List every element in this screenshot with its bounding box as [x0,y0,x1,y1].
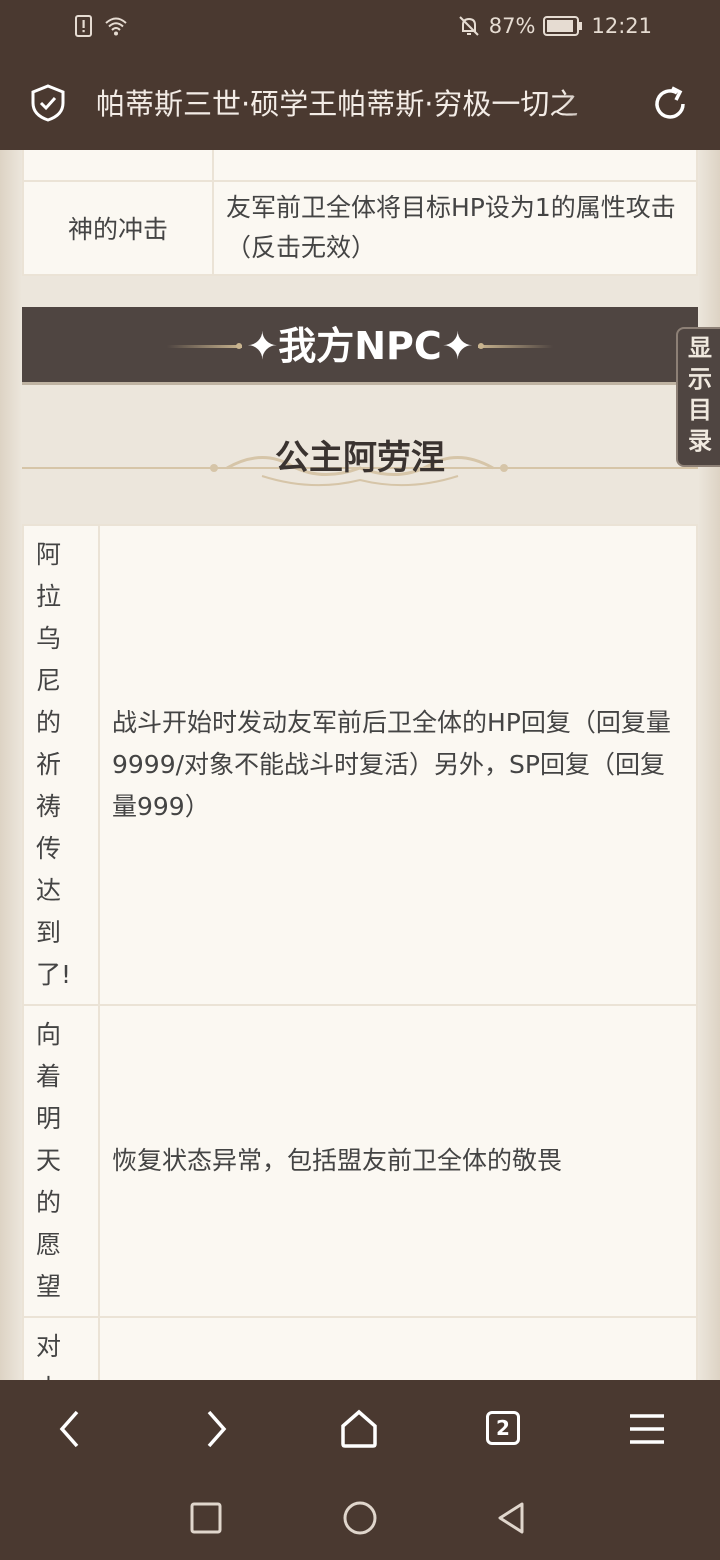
table-row: 力量 [22,150,698,182]
reload-icon[interactable] [650,84,690,124]
skill-desc [212,150,698,182]
section-title: ✦我方NPC✦ [246,324,474,368]
toc-char: 目 [688,396,712,424]
skill-name-char: 祈 [36,750,62,779]
skill-name-char: 乌 [36,624,62,653]
browser-toolbar: 帕蒂斯三世·硕学王帕蒂斯·穷极一切之 [0,56,720,150]
table-row: 对 未 [22,1316,698,1380]
table-row: 神的冲击 友军前卫全体将目标HP设为1的属性攻击（反击无效） [22,180,698,276]
page-content[interactable]: 力量 神的冲击 友军前卫全体将目标HP设为1的属性攻击（反击无效） ✦我方NPC… [0,150,720,1380]
home-circle-icon[interactable] [340,1498,380,1538]
skill-name: 向 着 明 天 的 愿 望 [22,1004,100,1318]
sim-alert-icon [75,15,92,37]
boss-skills-table: 力量 神的冲击 友军前卫全体将目标HP设为1的属性攻击（反击无效） [22,150,698,276]
skill-name-char: 向 [36,1020,62,1049]
browser-bottom-nav [0,1380,720,1476]
skill-desc [98,1316,698,1380]
wifi-icon [105,17,127,36]
battery-percent: 87% [488,14,536,38]
home-icon[interactable] [334,1404,384,1454]
section-header: ✦我方NPC✦ [22,307,698,385]
skill-name-char: 了! [36,960,72,989]
clock: 12:21 [591,14,652,38]
skill-name-char: 的 [36,708,62,737]
skill-name-char: 到 [36,918,62,947]
table-row: 向 着 明 天 的 愿 望 恢复状态异常，包括盟友前卫全体的敬畏 [22,1004,698,1318]
menu-icon[interactable] [622,1404,672,1454]
skill-name-char: 明 [36,1104,62,1133]
toc-char: 显 [688,334,712,362]
skill-name-char: 未 [36,1368,86,1380]
skill-desc: 战斗开始时发动友军前后卫全体的HP回复（回复量9999/对象不能战斗时复活）另外… [98,524,698,1006]
skill-name-char: 传 [36,834,62,863]
back-icon[interactable] [46,1404,96,1454]
skill-name: 神的冲击 [22,180,214,276]
skill-name: 对 未 [22,1316,100,1380]
skill-name-char: 着 [36,1062,62,1091]
toc-char: 录 [688,427,712,455]
system-nav-bar [0,1476,720,1560]
status-bar: 87% 12:21 [0,0,720,56]
page-title[interactable]: 帕蒂斯三世·硕学王帕蒂斯·穷极一切之 [96,82,626,126]
forward-icon[interactable] [190,1404,240,1454]
npc-name: 公主阿劳涅 [275,438,445,478]
notifications-off-icon [459,16,479,36]
skill-name-char: 愿 [36,1230,62,1259]
back-triangle-icon[interactable] [492,1498,532,1538]
skill-name: 阿 拉 乌 尼 的 祈 祷 传 达 到 了! [22,524,100,1006]
skill-name-char: 对 [36,1332,62,1361]
security-shield-icon[interactable] [30,84,66,122]
recents-icon[interactable] [186,1498,226,1538]
skill-name-char: 尼 [36,666,62,695]
tabs-button[interactable]: 2 [486,1411,520,1445]
skill-desc: 友军前卫全体将目标HP设为1的属性攻击（反击无效） [212,180,698,276]
toc-char: 示 [688,365,712,393]
show-toc-button[interactable]: 显 示 目 录 [676,327,720,467]
npc-skills-table: 阿 拉 乌 尼 的 祈 祷 传 达 到 了! 战斗开始时发动友军前后卫全体的HP… [22,524,698,1380]
skill-name-char: 天 [36,1146,62,1175]
skill-name-char: 望 [36,1272,62,1301]
skill-name-char: 阿 [36,540,62,569]
skill-name-char: 拉 [36,582,62,611]
skill-name-char: 祷 [36,792,62,821]
skill-name-char: 达 [36,876,62,905]
table-row: 阿 拉 乌 尼 的 祈 祷 传 达 到 了! 战斗开始时发动友军前后卫全体的HP… [22,524,698,1006]
skill-name-char: 的 [36,1188,62,1217]
skill-name: 力量 [22,150,214,182]
battery-icon [543,16,583,36]
skill-desc: 恢复状态异常，包括盟友前卫全体的敬畏 [98,1004,698,1318]
